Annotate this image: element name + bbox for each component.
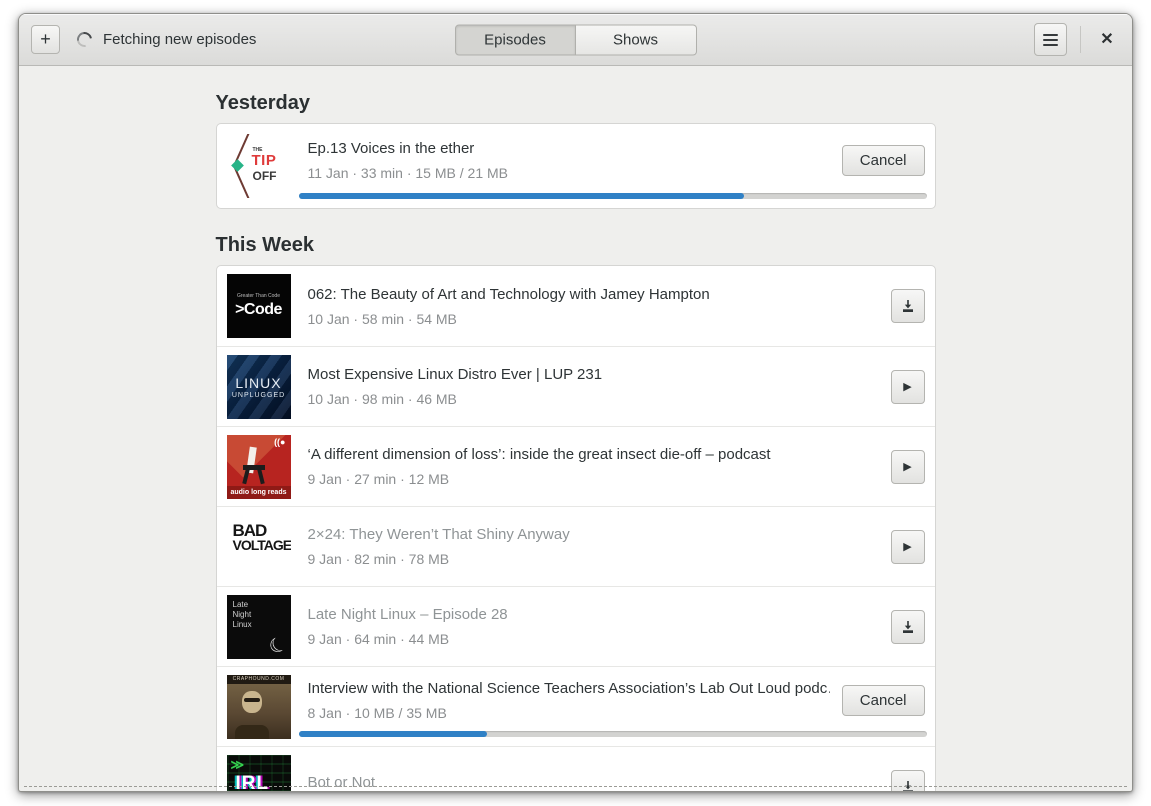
play-button[interactable]: ▶ bbox=[890, 369, 925, 404]
episode-meta: 10 Jan · 58 min · 54 MB bbox=[307, 310, 457, 327]
play-button[interactable]: ▶ bbox=[890, 449, 925, 484]
episode-row[interactable]: LINUX UNPLUGGED Most Expensive Linux Dis… bbox=[216, 346, 935, 426]
episode-title: Bot or Not bbox=[307, 774, 376, 791]
download-icon bbox=[902, 780, 913, 791]
app-window: + Fetching new episodes Episodes Shows ✕… bbox=[18, 13, 1133, 792]
menu-button[interactable] bbox=[1034, 23, 1067, 56]
download-icon bbox=[902, 300, 913, 312]
close-window-button[interactable]: ✕ bbox=[1094, 27, 1120, 53]
episode-title: Most Expensive Linux Distro Ever | LUP 2… bbox=[307, 366, 603, 383]
episode-meta: 10 Jan · 98 min · 46 MB bbox=[307, 391, 457, 407]
download-button[interactable] bbox=[890, 289, 925, 323]
header-right-controls: ✕ bbox=[1034, 23, 1120, 56]
section-title-yesterday: Yesterday bbox=[215, 92, 311, 114]
add-podcast-button[interactable]: + bbox=[31, 25, 60, 54]
play-icon: ▶ bbox=[903, 541, 912, 553]
header-bar: + Fetching new episodes Episodes Shows ✕ bbox=[19, 14, 1132, 66]
episode-row[interactable]: Late Night Linux ☾ Late Night Linux – Ep… bbox=[216, 586, 935, 666]
header-separator bbox=[1080, 26, 1081, 53]
episode-meta: 9 Jan · 27 min · 12 MB bbox=[307, 471, 450, 487]
episode-title: 2×24: They Weren’t That Shiny Anyway bbox=[307, 526, 570, 543]
podcast-cover-irl: ≫ IRL bbox=[226, 754, 291, 791]
cancel-download-button[interactable]: Cancel bbox=[841, 144, 925, 176]
episode-row[interactable]: ((● audio long reads ‘A different dimens… bbox=[216, 426, 935, 506]
podcast-cover-late-night-linux: Late Night Linux ☾ bbox=[226, 594, 291, 659]
download-icon bbox=[902, 620, 913, 633]
episode-row[interactable]: ≫ IRL Bot or Not bbox=[216, 746, 935, 791]
podcast-cover-greater-than-code: Greater Than Code >Code bbox=[226, 274, 291, 338]
episode-meta: 9 Jan · 64 min · 44 MB bbox=[307, 631, 450, 647]
episode-title: Late Night Linux – Episode 28 bbox=[307, 606, 508, 623]
episode-meta: 11 Jan · 33 min · 15 MB / 21 MB bbox=[307, 164, 509, 181]
hamburger-icon bbox=[1043, 33, 1058, 36]
podcast-cover-craphound: CRAPHOUND.COM bbox=[226, 674, 291, 739]
play-icon: ▶ bbox=[903, 381, 912, 393]
podcast-cover-bad-voltage: BAD VOLTAGE bbox=[226, 514, 291, 579]
episode-meta: 8 Jan · 10 MB / 35 MB bbox=[307, 705, 447, 721]
episode-row[interactable]: Greater Than Code >Code 062: The Beauty … bbox=[217, 266, 935, 346]
status-text: Fetching new episodes bbox=[103, 31, 257, 48]
episode-meta: 9 Jan · 82 min · 78 MB bbox=[307, 551, 450, 567]
episode-row[interactable]: CRAPHOUND.COM Interview with the Nationa… bbox=[216, 666, 935, 746]
crescent-moon-icon: ☾ bbox=[264, 631, 291, 659]
episode-title: 062: The Beauty of Art and Technology wi… bbox=[307, 285, 710, 303]
podcast-cover-audio-long-reads: ((● audio long reads bbox=[226, 434, 291, 499]
tab-shows[interactable]: Shows bbox=[575, 24, 697, 55]
episodes-scroll-area[interactable]: Yesterday THE TIP OFF Ep.13 Voices in th… bbox=[19, 67, 1132, 791]
loading-spinner-icon bbox=[74, 29, 95, 50]
podcast-cover-the-tip-off: THE TIP OFF bbox=[226, 134, 291, 198]
glasses-shape bbox=[243, 697, 260, 702]
play-button[interactable]: ▶ bbox=[890, 529, 925, 564]
section-title-this-week: This Week bbox=[215, 234, 315, 256]
podcast-cover-linux-unplugged: LINUX UNPLUGGED bbox=[226, 354, 291, 419]
this-week-card: Greater Than Code >Code 062: The Beauty … bbox=[215, 265, 936, 791]
episode-row[interactable]: BAD VOLTAGE 2×24: They Weren’t That Shin… bbox=[216, 506, 935, 586]
episode-title: Interview with the National Science Teac… bbox=[307, 680, 830, 697]
view-switcher: Episodes Shows bbox=[454, 24, 697, 55]
play-icon: ▶ bbox=[903, 461, 912, 473]
episode-row[interactable]: THE TIP OFF Ep.13 Voices in the ether 11… bbox=[217, 124, 935, 208]
download-button[interactable] bbox=[890, 769, 925, 791]
download-button[interactable] bbox=[890, 609, 925, 644]
download-progressbar bbox=[298, 731, 927, 737]
cancel-download-button[interactable]: Cancel bbox=[841, 685, 925, 716]
yesterday-card: THE TIP OFF Ep.13 Voices in the ether 11… bbox=[215, 123, 936, 209]
episode-title: Ep.13 Voices in the ether bbox=[307, 139, 475, 157]
tab-episodes[interactable]: Episodes bbox=[454, 24, 576, 55]
download-progressbar bbox=[298, 193, 927, 199]
episode-title: ‘A different dimension of loss’: inside … bbox=[307, 446, 771, 463]
